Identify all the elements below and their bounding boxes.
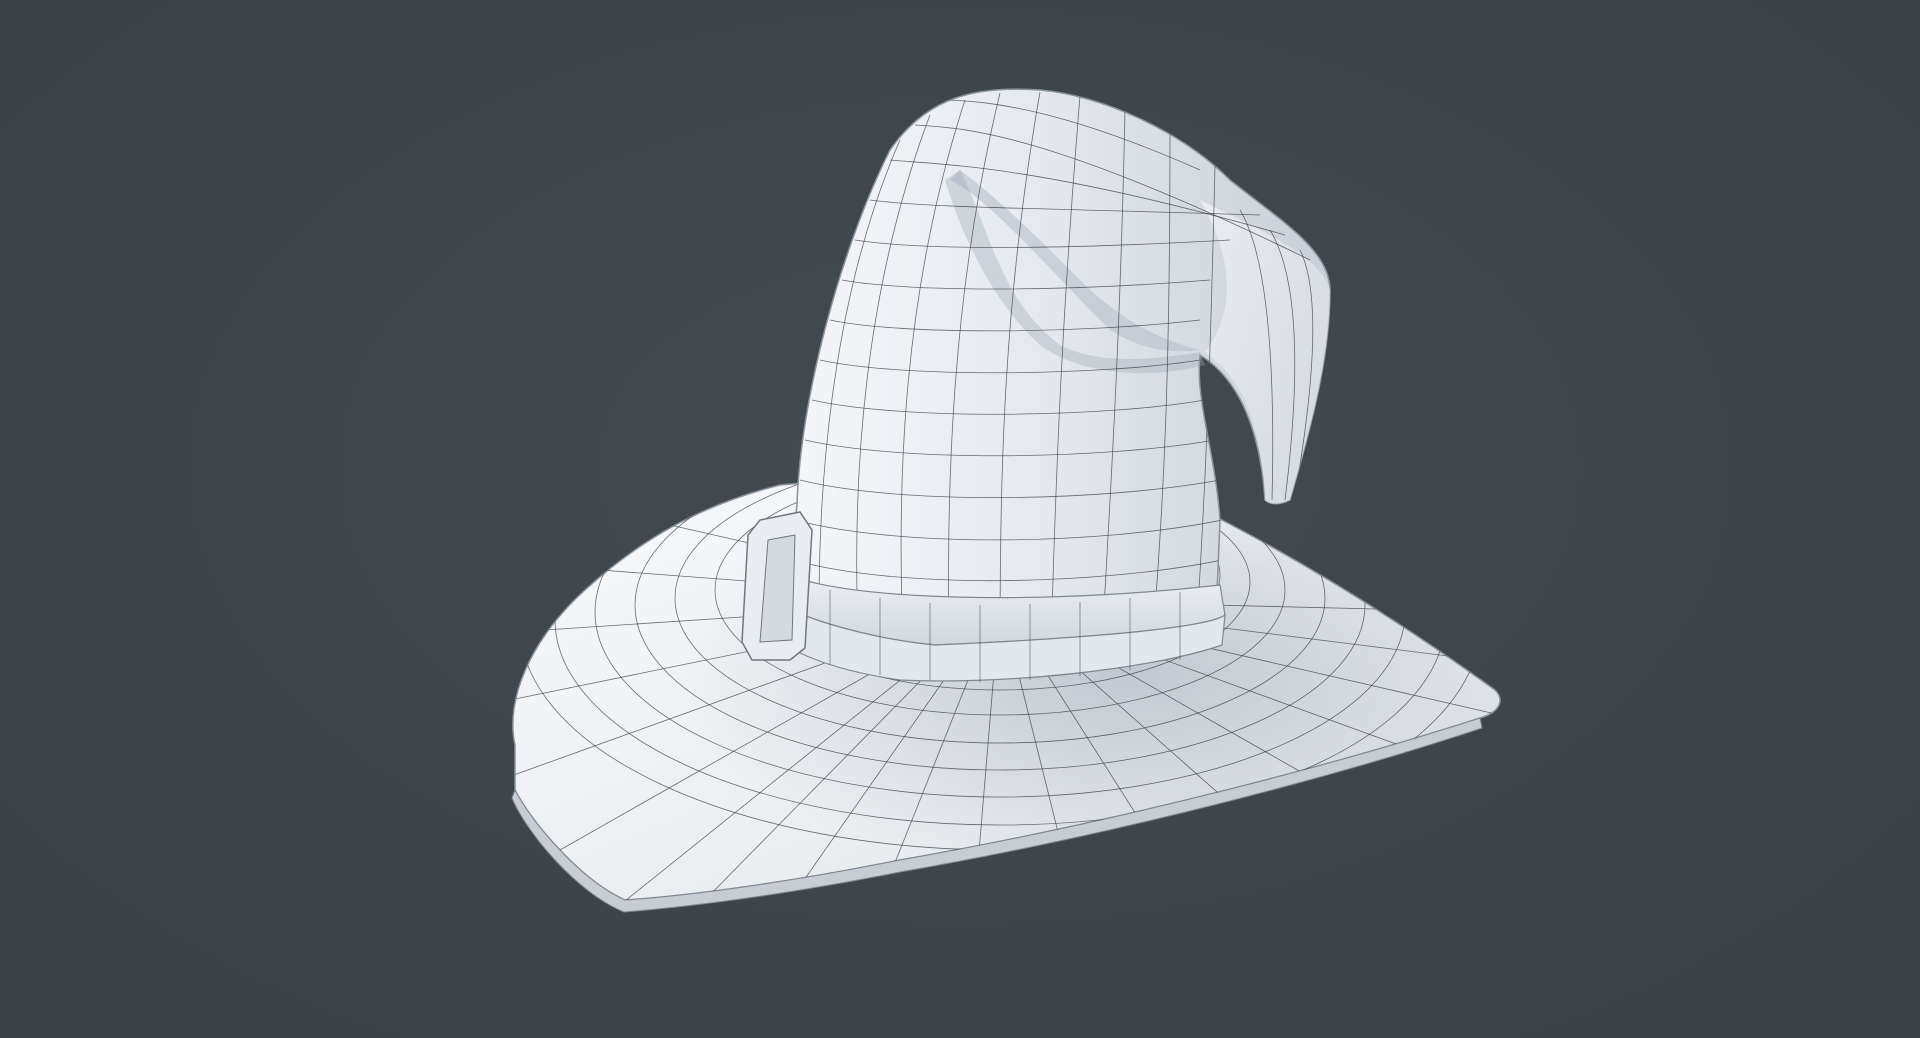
3d-viewport[interactable] bbox=[0, 0, 1920, 1038]
hat-buckle bbox=[741, 511, 813, 661]
witch-hat-model bbox=[511, 88, 1501, 913]
